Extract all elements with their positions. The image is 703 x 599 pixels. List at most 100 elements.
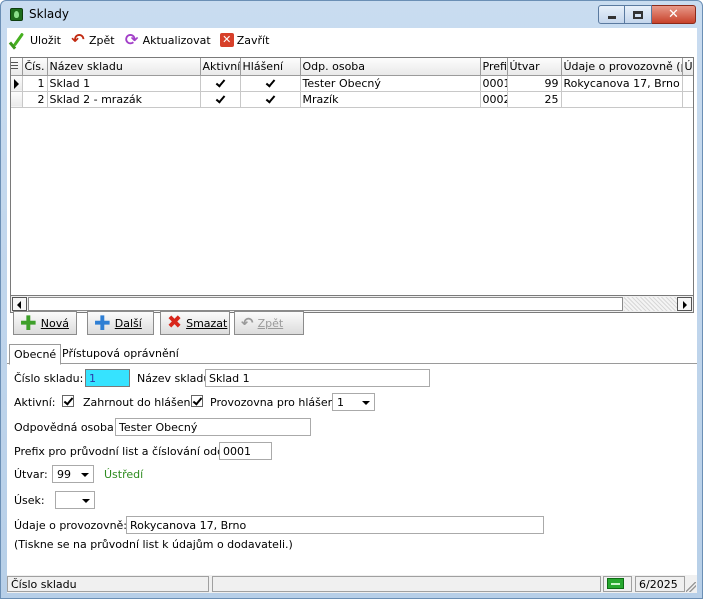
cell-osoba[interactable]: Tester Obecný (300, 75, 481, 92)
cell-hlaseni[interactable] (240, 75, 301, 92)
undo-icon: ↶ (241, 314, 254, 332)
select-all-cell[interactable] (11, 58, 23, 76)
chevron-down-icon (81, 473, 89, 477)
col-header-prefix[interactable]: Prefi (480, 58, 508, 76)
delete-button[interactable]: ✖ Smazat (160, 311, 230, 335)
plus-icon: ✚ (94, 311, 111, 335)
connection-led-icon (607, 578, 624, 589)
cell-prefix[interactable]: 0002 (480, 91, 508, 108)
provozovna-label: Provozovna pro hlášení: (210, 396, 342, 409)
undo-icon: ↶ (71, 30, 85, 49)
close-icon: ✕ (219, 33, 234, 47)
tab-pristupova-opravneni[interactable]: Přístupová oprávnění (58, 344, 183, 364)
cell-usek[interactable] (682, 91, 693, 108)
checkmark-icon (266, 79, 275, 88)
check-icon (11, 32, 27, 48)
minimize-button[interactable] (598, 5, 625, 24)
hlaseni-checkbox[interactable] (191, 395, 203, 407)
maximize-button[interactable] (625, 5, 652, 24)
close-button[interactable]: ✕ Zavřít (219, 30, 269, 50)
utvar-label: Útvar: (14, 468, 48, 481)
col-header-nazev[interactable]: Název skladu (47, 58, 201, 76)
cell-udaje[interactable]: Rokycanova 17, Brno (561, 75, 683, 92)
refresh-icon: ⟳ (124, 30, 139, 49)
col-header-udaje[interactable]: Údaje o provozovně (pr (561, 58, 683, 76)
cell-cislo[interactable]: 1 (22, 75, 48, 92)
cell-prefix[interactable]: 0001 (480, 75, 508, 92)
prefix-label: Prefix pro průvodní list a číslování odd… (14, 445, 241, 458)
grid-header: Čís. Název skladu Aktivní Hlášení Odp. o… (11, 58, 693, 76)
cell-utvar[interactable]: 99 (507, 75, 562, 92)
col-header-cislo[interactable]: Čís. (22, 58, 48, 76)
checkmark-icon (216, 95, 225, 104)
checkmark-icon (216, 79, 225, 88)
udaje-note: (Tiskne se na průvodní list k údajům o d… (14, 538, 293, 551)
osoba-label: Odpovědná osoba: (14, 421, 118, 434)
scroll-track[interactable] (624, 297, 677, 311)
back-button[interactable]: ↶ Zpět (70, 30, 114, 50)
usek-select[interactable] (55, 491, 95, 509)
nazev-input[interactable]: Sklad 1 (205, 369, 430, 387)
cell-nazev[interactable]: Sklad 1 (47, 75, 201, 92)
aktivni-label: Aktivní: (14, 396, 56, 409)
resize-grip-icon[interactable] (686, 582, 696, 592)
title-bar[interactable]: Sklady ✕ (1, 1, 702, 27)
table-row[interactable]: 2 Sklad 2 - mrazák Mrazík 0002 25 (11, 91, 693, 108)
cislo-label: Číslo skladu: (14, 372, 84, 385)
cell-aktivni[interactable] (200, 91, 241, 108)
udaje-input[interactable]: Rokycanova 17, Brno (126, 516, 544, 534)
cislo-input[interactable]: 1 (85, 369, 130, 387)
scroll-right-button[interactable] (677, 297, 692, 311)
status-pane-empty (212, 576, 601, 592)
next-button[interactable]: ✚ Další (87, 311, 154, 335)
scroll-thumb[interactable] (28, 297, 623, 311)
window-title: Sklady (29, 7, 69, 21)
col-header-aktivni[interactable]: Aktivní (200, 58, 241, 76)
prefix-input[interactable]: 0001 (219, 442, 272, 460)
cell-aktivni[interactable] (200, 75, 241, 92)
plus-icon: ✚ (20, 311, 37, 335)
row-indicator[interactable] (11, 91, 23, 108)
cell-udaje[interactable] (561, 91, 683, 108)
detail-form: Číslo skladu: 1 Název skladu: Sklad 1 Ak… (7, 365, 697, 575)
aktivni-checkbox[interactable] (62, 395, 74, 407)
chevron-down-icon (362, 401, 370, 405)
tab-strip: Obecné Přístupová oprávnění (7, 344, 697, 365)
osoba-input[interactable]: Tester Obecný (115, 418, 311, 436)
delete-icon: ✖ (167, 312, 183, 333)
minimize-icon (607, 16, 616, 19)
utvar-name: Ústředí (104, 468, 144, 481)
utvar-select[interactable]: 99 (52, 465, 94, 483)
hlaseni-label: Zahrnout do hlášení: (83, 396, 198, 409)
udaje-label: Údaje o provozovně: (14, 519, 128, 532)
cell-nazev[interactable]: Sklad 2 - mrazák (47, 91, 201, 108)
status-bar: Číslo skladu 6/2025 (7, 575, 697, 593)
close-icon: ✕ (668, 7, 679, 22)
maximize-icon (633, 10, 643, 19)
col-header-hlaseni[interactable]: Hlášení (240, 58, 301, 76)
row-indicator[interactable] (11, 75, 23, 92)
col-header-utvar[interactable]: Útvar (507, 58, 562, 76)
col-header-osoba[interactable]: Odp. osoba (300, 58, 481, 76)
select-all-icon (11, 62, 18, 72)
cell-osoba[interactable]: Mrazík (300, 91, 481, 108)
refresh-button[interactable]: ⟳ Aktualizovat (124, 30, 211, 50)
status-period: 6/2025 (635, 576, 685, 592)
save-button[interactable]: Uložit (11, 30, 61, 50)
cell-utvar[interactable]: 25 (507, 91, 562, 108)
provozovna-select[interactable]: 1 (332, 393, 375, 411)
col-header-usek[interactable]: Ús (682, 58, 693, 76)
cell-usek[interactable] (682, 75, 693, 92)
close-window-button[interactable]: ✕ (652, 5, 696, 24)
chevron-down-icon (82, 499, 90, 503)
tab-obecne[interactable]: Obecné (9, 344, 62, 365)
window: Sklady ✕ Uložit ↶ Zpět ⟳ Aktualizovat ✕ … (0, 0, 703, 599)
cell-cislo[interactable]: 2 (22, 91, 48, 108)
table-row[interactable]: 1 Sklad 1 Tester Obecný 0001 99 Rokycano… (11, 75, 693, 92)
undo-button[interactable]: ↶ Zpět (234, 311, 304, 335)
warehouse-grid[interactable]: Čís. Název skladu Aktivní Hlášení Odp. o… (10, 57, 694, 296)
row-pointer-icon (13, 78, 19, 89)
scroll-left-button[interactable] (12, 297, 27, 311)
new-button[interactable]: ✚ Nová (13, 311, 77, 335)
cell-hlaseni[interactable] (240, 91, 301, 108)
